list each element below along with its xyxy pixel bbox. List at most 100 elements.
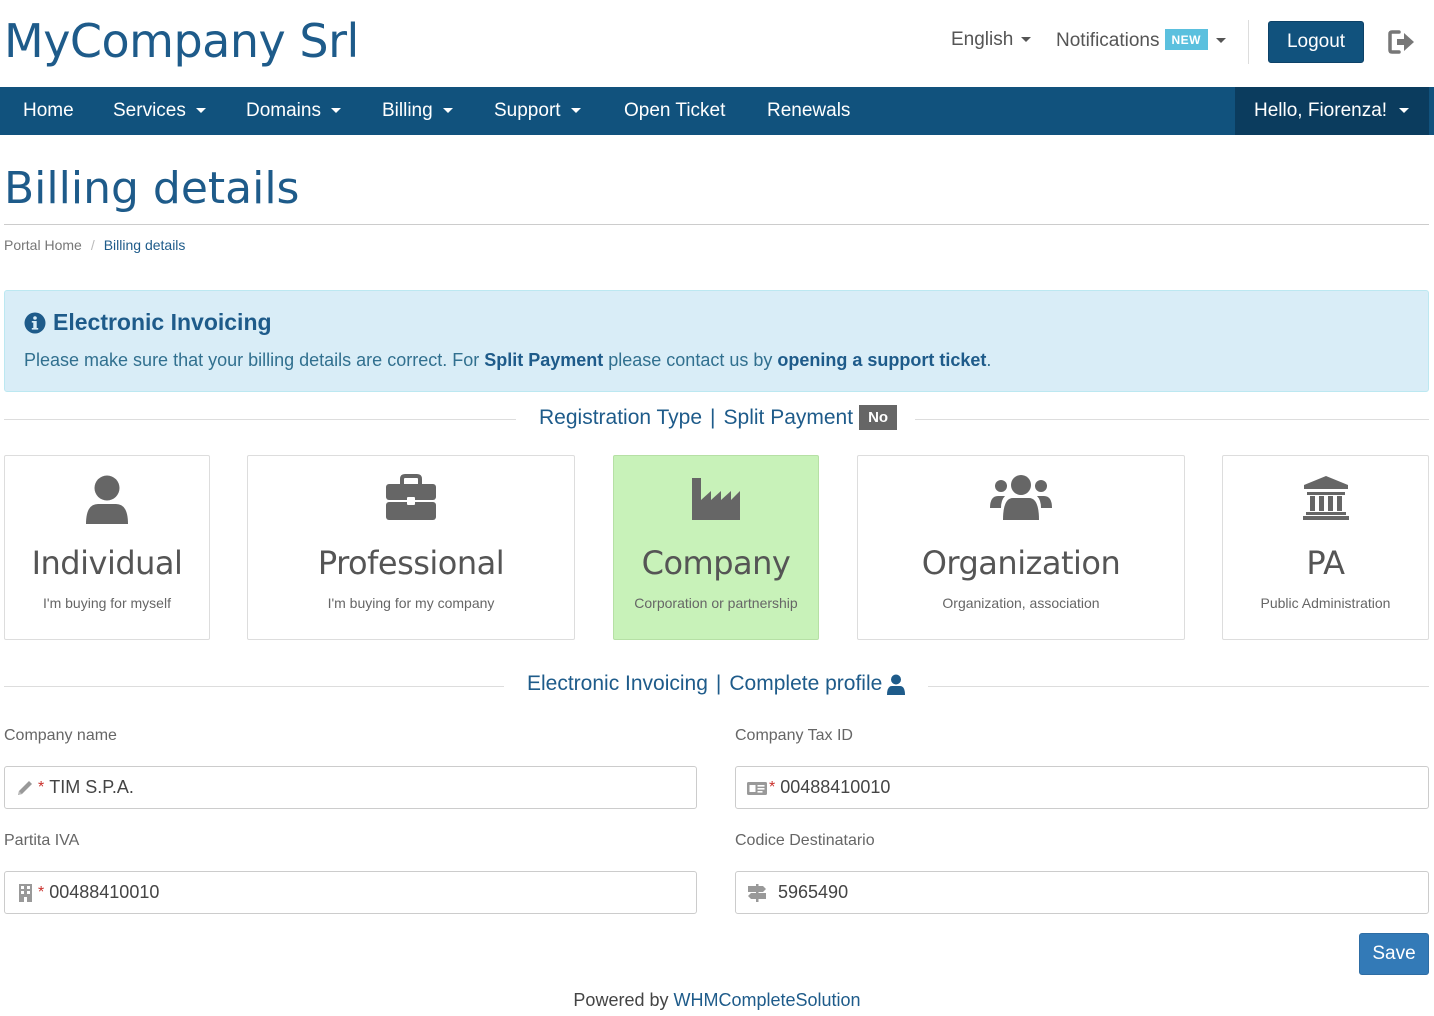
nav-item-label: Domains [246,100,321,121]
signpost-icon [748,883,766,902]
required-marker: * [769,778,776,796]
registration-card-organization[interactable]: Organization Organization, association [857,455,1185,640]
user-greeting: Hello, Fiorenza! [1254,100,1388,121]
university-icon [1302,476,1349,520]
nav-item-label: Open Ticket [624,100,726,121]
nav-item-services[interactable]: Services [113,87,206,135]
company-tax-id-field[interactable]: * 00488410010 [735,766,1429,809]
nav-item-label: Home [23,100,74,121]
card-title: Organization [921,544,1121,582]
top-header: MyCompany Srl English Notifications NEW L… [0,0,1434,87]
save-button[interactable]: Save [1359,933,1429,975]
nav-item-home[interactable]: Home [23,87,74,135]
alert-message: Please make sure that your billing detai… [24,350,991,371]
complete-profile-label: Complete profile [729,672,883,695]
alert-text-part: . [986,350,992,370]
user-icon [887,674,906,695]
card-subtitle: I'm buying for myself [43,595,171,611]
chevron-down-icon [1021,37,1032,43]
chevron-down-icon [442,108,453,114]
electronic-invoicing-alert: Electronic Invoicing Please make sure th… [4,290,1429,392]
footer: Powered by WHMCompleteSolution [0,990,1434,1011]
nav-item-label: Renewals [767,100,851,121]
pencil-icon [18,780,32,795]
nav-item-renewals[interactable]: Renewals [767,87,850,135]
chevron-down-icon [570,108,581,114]
notifications-new-badge: NEW [1164,29,1208,50]
open-support-ticket-link[interactable]: opening a support ticket [777,350,986,370]
nav-item-label: Services [113,100,186,121]
title-divider [4,224,1429,225]
nav-item-domains[interactable]: Domains [246,87,341,135]
language-selector[interactable]: English [951,29,1032,51]
card-title: Individual [31,544,183,582]
user-menu[interactable]: Hello, Fiorenza! [1235,87,1429,135]
electronic-invoicing-label: Electronic Invoicing [527,672,708,695]
codice-destinatario-label: Codice Destinatario [735,832,875,849]
breadcrumb-separator: / [90,237,95,253]
registration-card-company[interactable]: Company Corporation or partnership [613,455,819,640]
info-circle-icon [24,312,46,333]
breadcrumb-home[interactable]: Portal Home [4,237,82,253]
card-subtitle: I'm buying for my company [327,595,495,611]
registration-card-pa[interactable]: PA Public Administration [1222,455,1429,640]
electronic-invoicing-heading: Electronic Invoicing | Complete profile [527,672,906,696]
factory-icon [692,478,740,520]
card-subtitle: Public Administration [1260,595,1391,611]
breadcrumb-current: Billing details [103,237,186,253]
card-subtitle: Organization, association [942,595,1100,611]
registration-type-divider: Registration Type | Split Payment No [4,405,1429,435]
divider-line [4,686,504,687]
alert-text-part: Please make sure that your billing detai… [24,350,485,370]
separator: | [710,405,716,429]
split-payment-label: Split Payment [723,405,854,429]
alert-title-text: Electronic Invoicing [53,309,272,335]
page-title: Billing details [4,163,300,214]
divider-line [915,419,1429,420]
card-subtitle: Corporation or partnership [634,595,798,611]
card-title: PA [1306,544,1345,582]
electronic-invoicing-divider: Electronic Invoicing | Complete profile [4,672,1429,702]
chevron-down-icon [1399,108,1410,114]
notifications-label: Notifications [1056,30,1160,51]
codice-destinatario-field[interactable]: 5965490 [735,871,1429,914]
card-title: Professional [317,544,505,582]
company-tax-id-value: 00488410010 [780,777,891,797]
language-label: English [951,29,1014,50]
registration-card-professional[interactable]: Professional I'm buying for my company [247,455,575,640]
nav-item-support[interactable]: Support [494,87,581,135]
required-marker: * [38,778,45,796]
sign-out-icon[interactable] [1388,29,1416,55]
divider-line [4,419,516,420]
company-name-value: TIM S.P.A. [49,777,134,797]
company-tax-id-label: Company Tax ID [735,727,853,744]
card-title: Company [641,544,791,582]
header-divider [1248,20,1249,64]
partita-iva-label: Partita IVA [4,832,80,849]
nav-item-open-ticket[interactable]: Open Ticket [624,87,725,135]
id-card-icon [747,781,767,795]
whmcs-link[interactable]: WHMCompleteSolution [673,990,860,1010]
user-icon [86,475,128,524]
partita-iva-value: 00488410010 [49,882,160,902]
chevron-down-icon [1216,38,1226,44]
logout-button[interactable]: Logout [1268,21,1364,63]
users-icon [990,475,1052,520]
company-name-field[interactable]: * TIM S.P.A. [4,766,697,809]
chevron-down-icon [330,108,341,114]
split-payment-status-badge: No [859,405,898,430]
breadcrumb: Portal Home / Billing details [4,237,185,253]
divider-line [928,686,1429,687]
split-payment-text: Split Payment [484,350,604,370]
partita-iva-field[interactable]: * 00488410010 [4,871,697,914]
nav-item-label: Billing [382,100,433,121]
notifications-dropdown[interactable]: Notifications NEW [1056,29,1226,52]
nav-item-billing[interactable]: Billing [382,87,453,135]
alert-title: Electronic Invoicing [24,309,272,336]
brand-logo[interactable]: MyCompany Srl [4,14,359,68]
briefcase-icon [386,474,436,520]
registration-card-individual[interactable]: Individual I'm buying for myself [4,455,210,640]
alert-text-part: please contact us by [603,350,778,370]
company-name-label: Company name [4,727,117,744]
separator: | [715,672,722,695]
